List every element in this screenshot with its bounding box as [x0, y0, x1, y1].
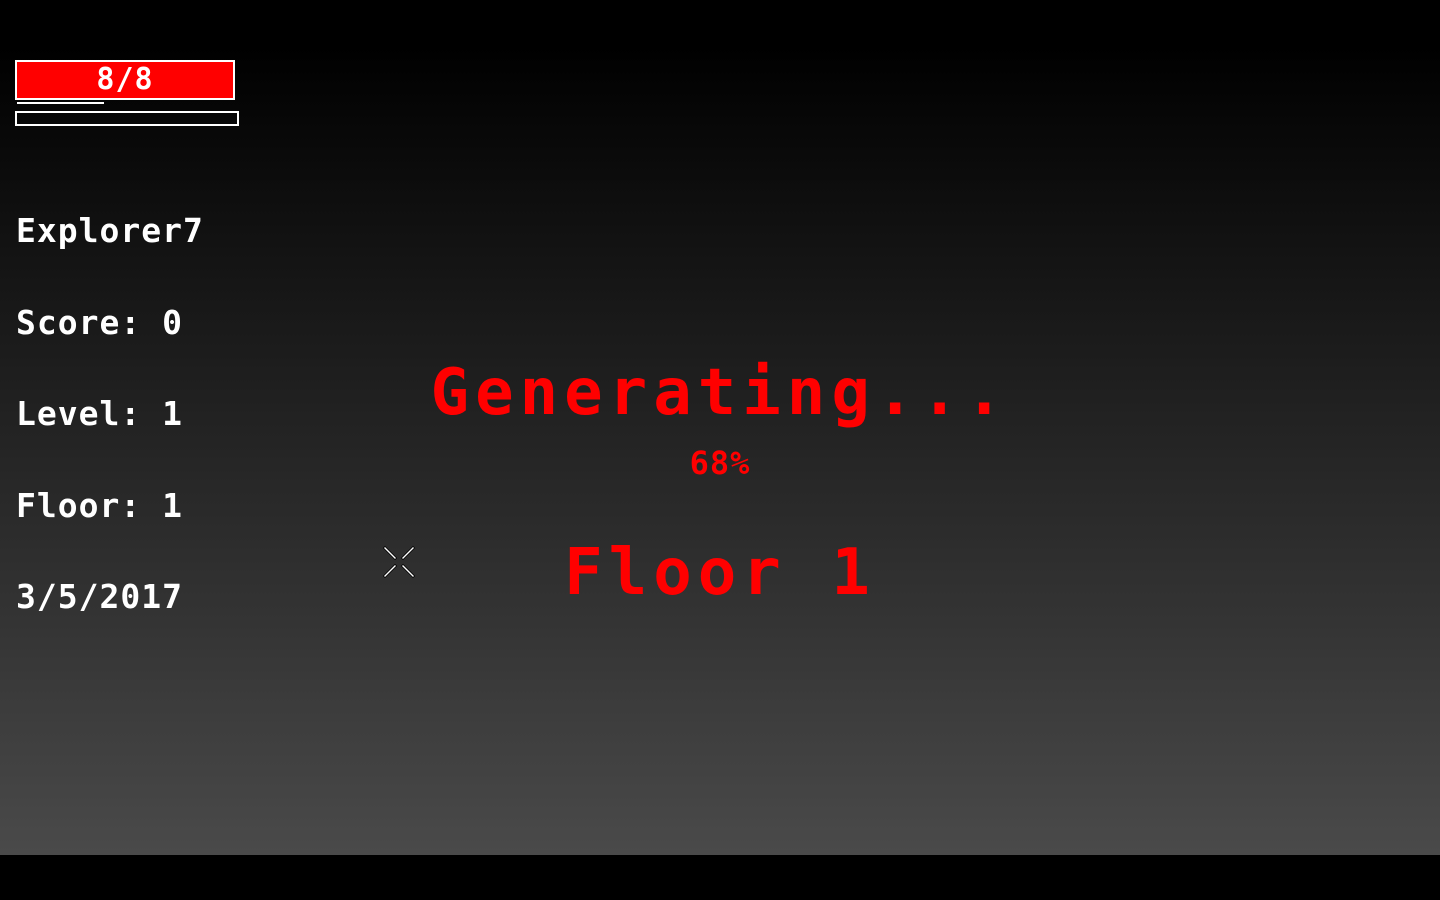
health-label: 8/8 [96, 62, 154, 97]
game-viewport[interactable]: 8/8 Explorer7 Score: 0 Level: 1 Floor: 1… [0, 45, 1440, 855]
experience-bar [15, 111, 239, 126]
health-bar-underline [17, 102, 104, 104]
player-name: Explorer7 [16, 211, 204, 250]
loading-title: Generating... Floor 1 [0, 243, 1440, 723]
letterbox-top [0, 0, 1440, 45]
loading-generating-text: Generating... [430, 356, 1010, 430]
loading-floor-text: Floor 1 [564, 536, 876, 610]
crosshair-icon [382, 545, 416, 579]
letterbox-bottom [0, 855, 1440, 900]
health-bar: 8/8 [15, 60, 235, 100]
loading-progress-text: 68% [689, 444, 751, 482]
